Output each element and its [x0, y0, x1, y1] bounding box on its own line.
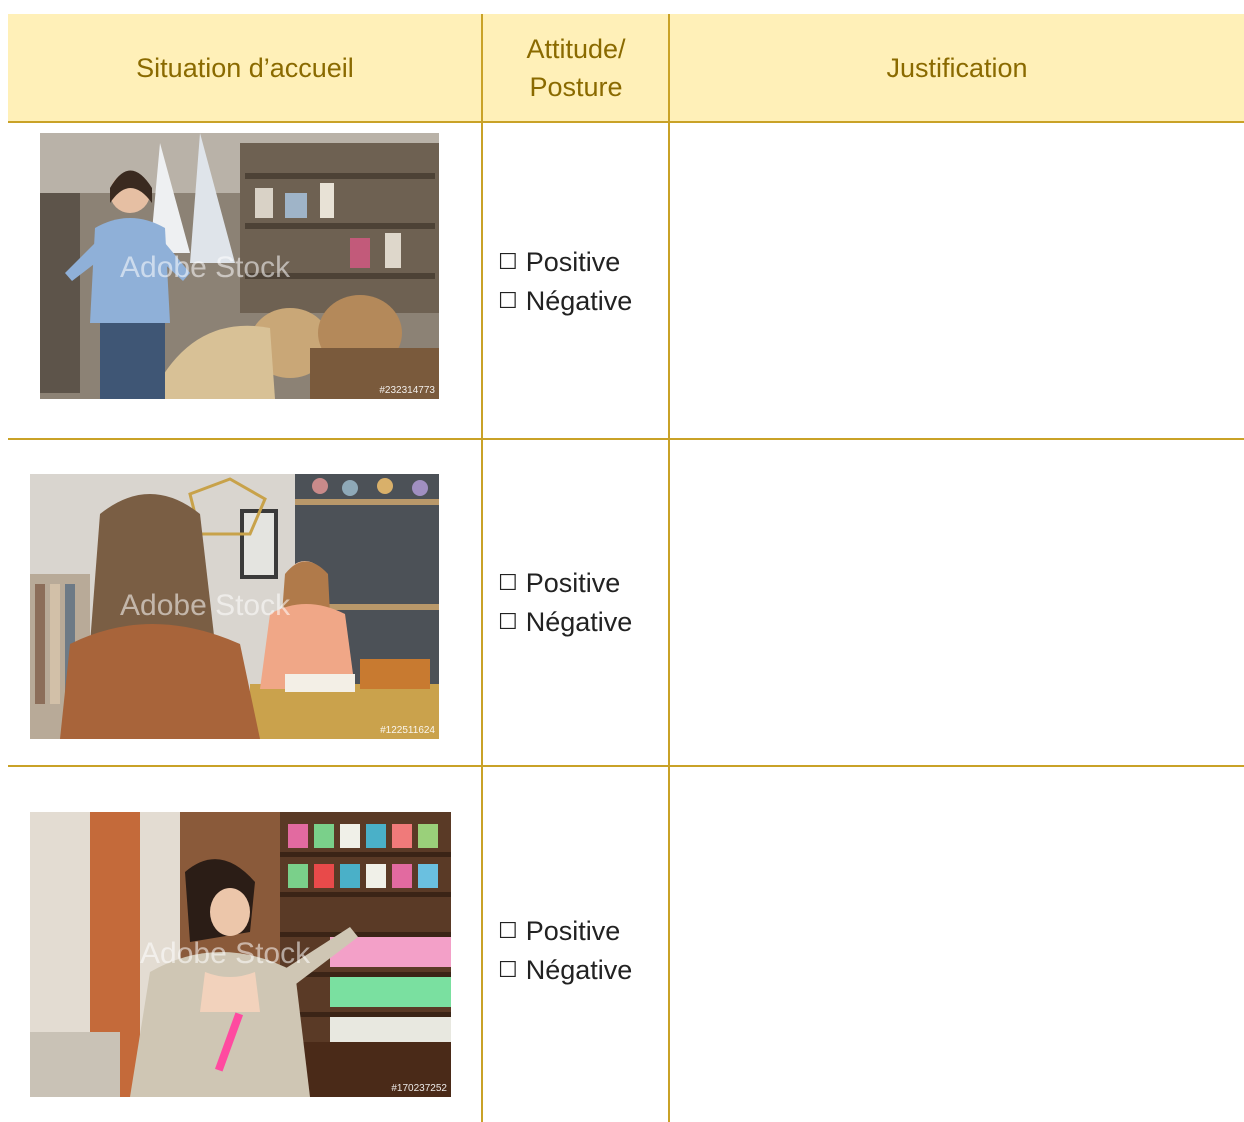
option-negative[interactable]: ☐ Négative	[498, 282, 668, 321]
photo-id-label: #122511624	[380, 725, 435, 736]
checkbox-icon[interactable]: ☐	[498, 282, 518, 321]
option-label: Positive	[525, 568, 621, 598]
header-situation: Situation d’accueil	[136, 53, 354, 83]
attitude-options: ☐ Positive ☐ Négative	[498, 912, 668, 990]
photo-shop-welcome: Adobe Stock #232314773	[40, 133, 439, 399]
photo-id-label: #232314773	[379, 385, 435, 396]
watermark-text: Adobe Stock	[120, 589, 291, 622]
option-positive[interactable]: ☐ Positive	[498, 243, 668, 282]
watermark-text: Adobe Stock	[140, 937, 311, 970]
option-label: Positive	[525, 247, 621, 277]
row-divider-header	[8, 121, 1244, 123]
header-attitude: Attitude/ Posture	[526, 34, 626, 102]
option-label: Négative	[525, 955, 633, 985]
attitude-options: ☐ Positive ☐ Négative	[498, 243, 668, 321]
checkbox-icon[interactable]: ☐	[498, 564, 518, 603]
checkbox-icon[interactable]: ☐	[498, 603, 518, 642]
option-negative[interactable]: ☐ Négative	[498, 603, 668, 642]
checkbox-icon[interactable]: ☐	[498, 243, 518, 282]
option-label: Négative	[525, 607, 633, 637]
photo-shop-shelves: Adobe Stock #170237252	[30, 812, 451, 1097]
option-positive[interactable]: ☐ Positive	[498, 564, 668, 603]
justification-cell[interactable]	[670, 124, 1244, 437]
option-label: Positive	[525, 916, 621, 946]
photo-shop-counter: Adobe Stock #122511624	[30, 474, 439, 739]
header-justification: Justification	[886, 53, 1028, 83]
photo-id-label: #170237252	[391, 1083, 447, 1094]
checkbox-icon[interactable]: ☐	[498, 912, 518, 951]
row-divider-2	[8, 765, 1244, 767]
option-label: Négative	[525, 286, 633, 316]
option-positive[interactable]: ☐ Positive	[498, 912, 668, 951]
attitude-options: ☐ Positive ☐ Négative	[498, 564, 668, 642]
worksheet-table: Situation d’accueil Attitude/ Posture Ju…	[0, 0, 1244, 1122]
justification-cell[interactable]	[670, 441, 1244, 764]
column-divider-1	[481, 14, 483, 1122]
justification-cell[interactable]	[670, 768, 1244, 1122]
watermark-text: Adobe Stock	[120, 251, 291, 284]
checkbox-icon[interactable]: ☐	[498, 951, 518, 990]
row-divider-1	[8, 438, 1244, 440]
option-negative[interactable]: ☐ Négative	[498, 951, 668, 990]
